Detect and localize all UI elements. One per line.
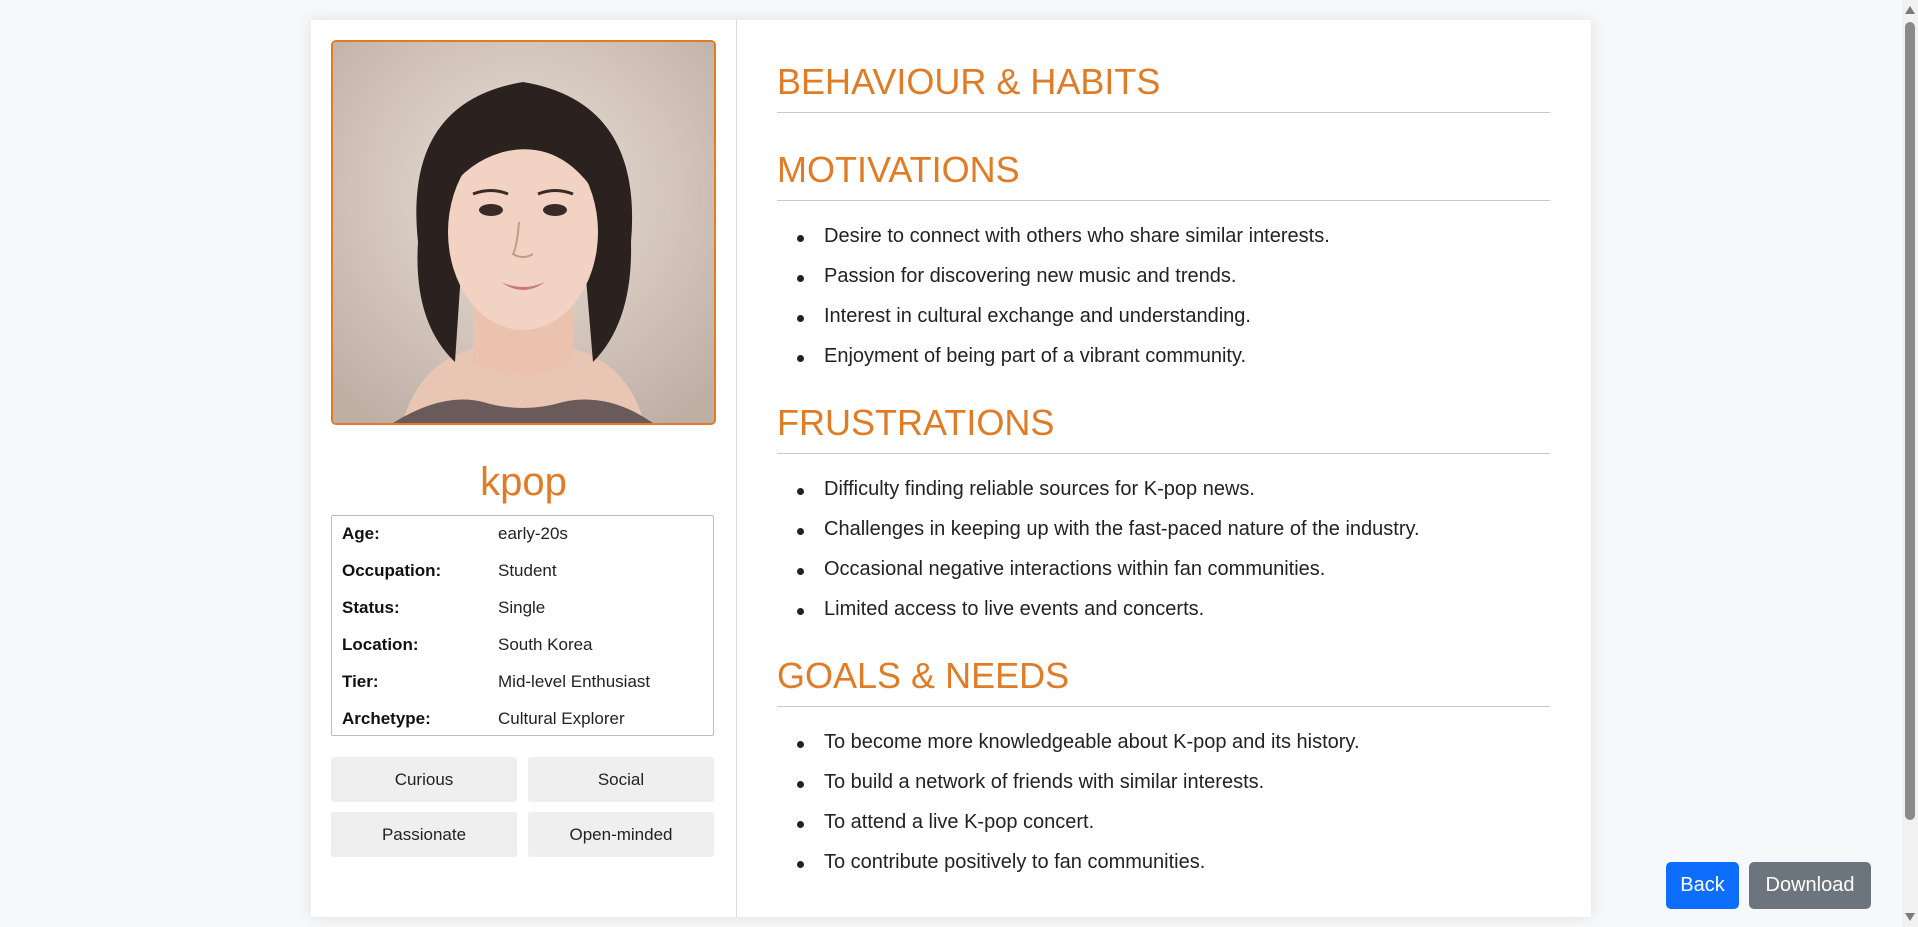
bullet-icon [797, 235, 804, 242]
list-item-text: Challenges in keeping up with the fast-p… [824, 518, 1420, 540]
info-row-archetype: Archetype: Cultural Explorer [332, 701, 713, 738]
bullet-icon [797, 528, 804, 535]
list-item-text: To contribute positively to fan communit… [824, 851, 1206, 873]
bullet-icon [797, 355, 804, 362]
scroll-down-icon[interactable] [1905, 913, 1915, 921]
info-row-tier: Tier: Mid-level Enthusiast [332, 664, 713, 701]
info-label: Occupation: [342, 561, 442, 580]
list-item-text: To become more knowledgeable about K-pop… [824, 731, 1360, 753]
info-label: Age: [342, 524, 380, 543]
bullet-icon [797, 315, 804, 322]
persona-photo [331, 40, 716, 425]
bullet-icon [797, 568, 804, 575]
section-title-frustrations: FRUSTRATIONS [777, 405, 1550, 454]
info-value: South Korea [498, 635, 593, 654]
info-value: Cultural Explorer [498, 709, 625, 728]
portrait-image [333, 42, 714, 423]
info-row-status: Status: Single [332, 590, 713, 627]
bullet-icon [797, 821, 804, 828]
info-value: Single [498, 598, 546, 617]
info-value: Student [498, 561, 557, 580]
info-label: Archetype: [342, 709, 431, 728]
persona-name: kpop [480, 460, 567, 504]
section-title-motivations: MOTIVATIONS [777, 152, 1550, 201]
section-title-behaviour: BEHAVIOUR & HABITS [777, 64, 1550, 113]
list-item-text: Difficulty finding reliable sources for … [824, 478, 1255, 500]
download-button[interactable]: Download [1749, 862, 1871, 909]
bullet-icon [797, 608, 804, 615]
info-row-location: Location: South Korea [332, 627, 713, 664]
info-label: Status: [342, 598, 400, 617]
info-row-occupation: Occupation: Student [332, 553, 713, 590]
list-item-text: To attend a live K-pop concert. [824, 811, 1095, 833]
trait-tag: Open-minded [528, 812, 714, 857]
trait-tag: Passionate [331, 812, 517, 857]
list-item-text: Passion for discovering new music and tr… [824, 265, 1237, 287]
info-row-age: Age: early-20s [332, 516, 713, 553]
list-item-text: Occasional negative interactions within … [824, 558, 1326, 580]
scroll-up-icon[interactable] [1905, 6, 1915, 14]
list-item-text: Interest in cultural exchange and unders… [824, 305, 1251, 327]
trait-tag: Social [528, 757, 714, 802]
info-value: early-20s [498, 524, 568, 543]
bullet-icon [797, 861, 804, 868]
persona-sidebar: kpop Age: early-20s Occupation: Student … [311, 20, 737, 917]
trait-tag: Curious [331, 757, 517, 802]
bullet-icon [797, 781, 804, 788]
bullet-icon [797, 741, 804, 748]
page-scrollbar[interactable] [1902, 0, 1918, 927]
list-item-text: Limited access to live events and concer… [824, 598, 1205, 620]
info-label: Location: [342, 635, 419, 654]
persona-card: kpop Age: early-20s Occupation: Student … [311, 20, 1591, 917]
list-item-text: Enjoyment of being part of a vibrant com… [824, 345, 1247, 367]
info-value: Mid-level Enthusiast [498, 672, 651, 691]
bullet-icon [797, 488, 804, 495]
back-button[interactable]: Back [1666, 862, 1739, 909]
persona-info-table: Age: early-20s Occupation: Student Statu… [331, 515, 714, 736]
list-item-text: Desire to connect with others who share … [824, 225, 1330, 247]
list-item-text: To build a network of friends with simil… [824, 771, 1265, 793]
section-title-goals: GOALS & NEEDS [777, 658, 1550, 707]
info-label: Tier: [342, 672, 379, 691]
scrollbar-thumb[interactable] [1905, 22, 1915, 820]
bullet-icon [797, 275, 804, 282]
